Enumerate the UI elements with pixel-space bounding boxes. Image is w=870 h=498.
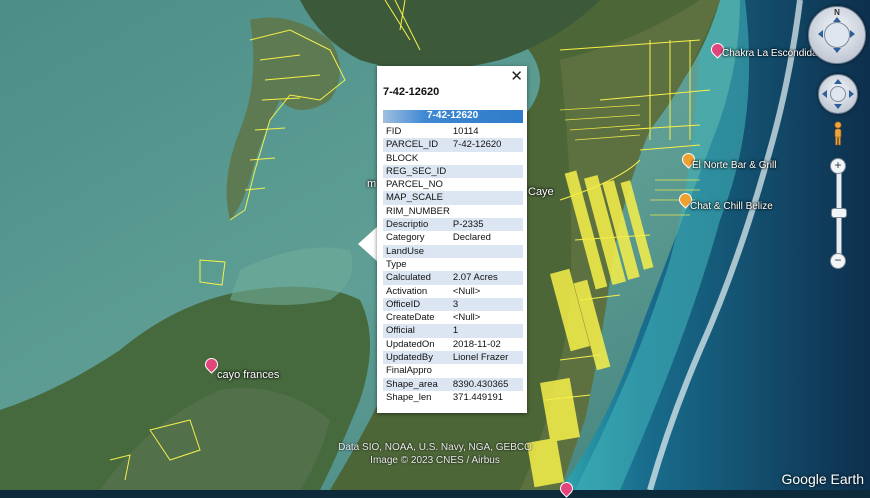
- attribute-row: Category Declared: [383, 231, 523, 244]
- attribute-value: [450, 152, 523, 165]
- attribute-row: LandUse: [383, 244, 523, 258]
- attribute-key: BLOCK: [386, 152, 419, 164]
- popup-pointer: [358, 226, 378, 262]
- attribute-value: 2.07 Acres: [449, 271, 523, 285]
- attribute-row: UpdatedOn 2018-11-02: [383, 338, 523, 351]
- place-label-el-norte[interactable]: El Norte Bar & Grill: [692, 160, 776, 171]
- attribute-row: OfficeID 3: [383, 297, 523, 312]
- attribute-row: UpdatedBy Lionel Frazer: [383, 351, 523, 365]
- attribute-key: PARCEL_ID: [383, 138, 450, 152]
- attribute-key: Descriptio: [383, 218, 450, 232]
- attribute-value: 2018-11-02: [452, 338, 501, 350]
- island-label-fragment: m: [367, 178, 377, 190]
- attribute-key: Shape_len: [386, 391, 432, 403]
- attribute-key: REG_SEC_ID: [383, 164, 450, 179]
- attribute-key: Calculated: [383, 271, 450, 285]
- attribute-row: Type: [383, 258, 523, 271]
- attribute-key: Category: [386, 232, 425, 244]
- close-icon[interactable]: ✕: [510, 67, 523, 85]
- attribute-value: 371.449191: [452, 391, 504, 403]
- place-label-chat-chill[interactable]: Chat & Chill Belize: [690, 201, 773, 212]
- google-earth-logo: Google Earth: [781, 471, 865, 487]
- attribute-key: RIM_NUMBER: [386, 205, 450, 217]
- attribute-value: [449, 164, 523, 179]
- attribute-row: PARCEL_NO: [383, 178, 523, 191]
- attribute-value: [449, 244, 523, 258]
- attribute-key: Activation: [386, 285, 428, 297]
- attribute-value: 7-42-12620: [449, 138, 523, 152]
- attribute-key: FID: [386, 126, 402, 137]
- attribute-value: [450, 258, 523, 271]
- island-label-caye: Caye: [528, 186, 554, 198]
- attribute-row: PARCEL_ID 7-42-12620: [383, 138, 523, 152]
- attribute-value: [450, 178, 523, 191]
- attribute-row: Descriptio P-2335: [383, 218, 523, 232]
- attribute-row: Shape_area 8390.430365: [383, 377, 523, 391]
- place-label-chakra[interactable]: Chakra La Escondida: [722, 48, 818, 59]
- move-joystick-icon[interactable]: [818, 74, 858, 114]
- attribute-value: [450, 364, 523, 377]
- parcel-info-popup: ✕ 7-42-12620 7-42-12620 FID 10114 PARCEL_I…: [377, 66, 527, 413]
- attribute-key: FinalAppro: [386, 365, 432, 377]
- popup-header-label: 7-42-12620: [427, 110, 479, 121]
- attribute-key: Shape_area: [383, 377, 450, 391]
- attribute-value: <Null>: [452, 285, 481, 297]
- attribute-table: FID 10114 PARCEL_ID 7-42-12620 BLOCK REG_SEC_…: [383, 125, 523, 404]
- attribute-key: PARCEL_NO: [386, 179, 443, 191]
- zoom-out-button[interactable]: −: [830, 253, 846, 269]
- attribute-key: CreateDate: [386, 312, 435, 324]
- attribute-row: BLOCK: [383, 152, 523, 165]
- attribute-key: Type: [386, 258, 407, 270]
- popup-header-bar: 7-42-12620: [383, 110, 523, 123]
- popup-title: 7-42-12620: [383, 86, 440, 98]
- imagery-attribution-data: Data SIO, NOAA, U.S. Navy, NGA, GEBCO: [338, 442, 532, 453]
- place-label-cayo-frances[interactable]: cayo frances: [217, 369, 279, 381]
- look-joystick-icon[interactable]: [824, 22, 850, 48]
- attribute-value: 10114: [452, 126, 479, 137]
- attribute-value: Lionel Frazer: [449, 351, 523, 365]
- move-joystick-center[interactable]: [830, 86, 846, 102]
- attribute-key: UpdatedOn: [386, 338, 435, 350]
- compass-icon[interactable]: N: [808, 6, 866, 64]
- attribute-key: OfficeID: [383, 297, 450, 312]
- compass-north-label: N: [834, 8, 840, 17]
- attribute-row: Official 1: [383, 324, 523, 338]
- attribute-row: REG_SEC_ID: [383, 164, 523, 179]
- attribute-value: 8390.430365: [449, 377, 523, 391]
- imagery-attribution-image: Image © 2023 CNES / Airbus: [370, 455, 500, 466]
- attribute-value: 1: [449, 324, 523, 338]
- zoom-in-button[interactable]: +: [830, 158, 846, 174]
- attribute-value: <Null>: [452, 312, 481, 324]
- attribute-key: Official: [383, 324, 450, 338]
- attribute-row: RIM_NUMBER: [383, 205, 523, 218]
- attribute-value: [450, 205, 523, 218]
- attribute-row: MAP_SCALE: [383, 191, 523, 205]
- zoom-slider-thumb[interactable]: [831, 208, 847, 218]
- attribute-key: UpdatedBy: [383, 351, 450, 365]
- attribute-key: LandUse: [383, 244, 450, 258]
- attribute-row: FID 10114: [383, 125, 523, 138]
- attribute-row: CreateDate <Null>: [383, 311, 523, 324]
- pegman-icon[interactable]: [832, 121, 844, 147]
- attribute-value: 3: [449, 297, 523, 312]
- attribute-value: [449, 191, 523, 205]
- attribute-key: MAP_SCALE: [383, 191, 450, 205]
- attribute-row: FinalAppro: [383, 364, 523, 377]
- attribute-row: Activation <Null>: [383, 285, 523, 298]
- attribute-row: Calculated 2.07 Acres: [383, 271, 523, 285]
- attribute-value: P-2335: [449, 218, 523, 232]
- attribute-row: Shape_len 371.449191: [383, 391, 523, 404]
- attribute-value: Declared: [452, 232, 491, 244]
